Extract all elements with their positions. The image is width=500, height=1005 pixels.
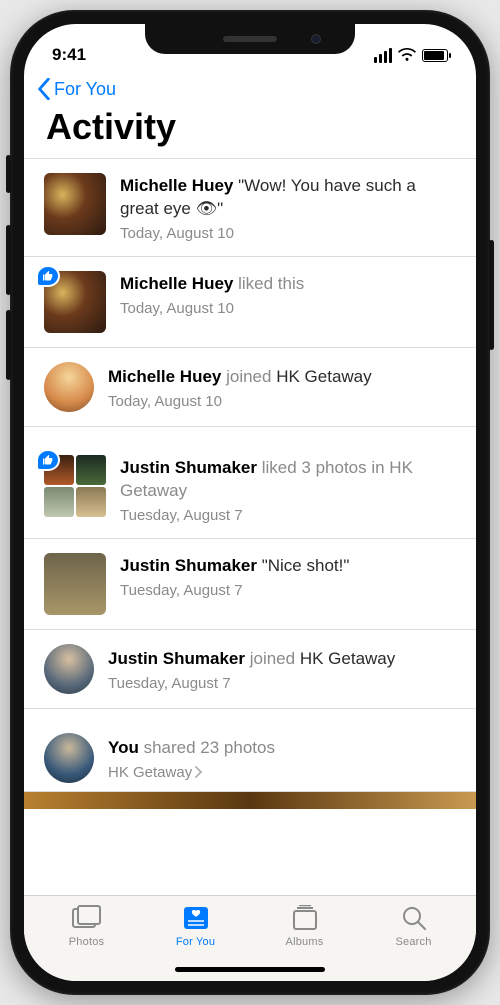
activity-row[interactable]: Justin Shumaker "Nice shot!" Tuesday, Au… (24, 538, 476, 629)
avatar (44, 362, 94, 412)
activity-text: Michelle Huey "Wow! You have such a grea… (120, 175, 458, 221)
tab-photos[interactable]: Photos (47, 904, 127, 981)
activity-text: Justin Shumaker liked 3 photos in HK Get… (120, 457, 458, 503)
activity-row[interactable]: Justin Shumaker joined HK Getaway Tuesda… (24, 629, 476, 708)
activity-date: Tuesday, August 7 (120, 582, 458, 599)
activity-text: Justin Shumaker "Nice shot!" (120, 555, 458, 578)
photo-thumbnail (44, 553, 106, 615)
tab-search[interactable]: Search (374, 904, 454, 981)
photo-thumbnail (44, 173, 106, 235)
activity-row[interactable]: Justin Shumaker liked 3 photos in HK Get… (24, 426, 476, 538)
chevron-left-icon (36, 78, 52, 100)
activity-date: Today, August 10 (120, 225, 458, 242)
cellular-signal-icon (374, 48, 392, 63)
activity-row[interactable]: Michelle Huey joined HK Getaway Today, A… (24, 347, 476, 426)
avatar (44, 644, 94, 694)
notch (145, 24, 355, 54)
search-icon (399, 904, 429, 932)
albums-icon (290, 904, 320, 932)
battery-icon (422, 49, 448, 62)
like-badge-icon (36, 265, 60, 287)
avatar (44, 733, 94, 783)
activity-text: Michelle Huey joined HK Getaway (108, 366, 458, 389)
photo-strip (24, 791, 476, 809)
activity-date: Tuesday, August 7 (108, 675, 458, 692)
activity-date: Today, August 10 (120, 300, 458, 317)
activity-row[interactable]: Michelle Huey liked this Today, August 1… (24, 256, 476, 347)
status-time: 9:41 (52, 45, 86, 65)
activity-row[interactable]: You shared 23 photos HK Getaway (24, 708, 476, 791)
back-label: For You (54, 79, 116, 100)
activity-list[interactable]: Michelle Huey "Wow! You have such a grea… (24, 158, 476, 895)
screen: 9:41 For You Activity Michelle Huey "Wow… (24, 24, 476, 981)
home-indicator[interactable] (175, 967, 325, 972)
activity-date: Tuesday, August 7 (120, 507, 458, 524)
activity-text: Michelle Huey liked this (120, 273, 458, 296)
activity-date: Today, August 10 (108, 393, 458, 410)
activity-row[interactable]: Michelle Huey "Wow! You have such a grea… (24, 158, 476, 256)
page-title: Activity (24, 102, 476, 158)
activity-album-link[interactable]: HK Getaway (108, 764, 458, 781)
for-you-icon (181, 904, 211, 932)
chevron-right-icon (194, 766, 204, 778)
activity-text: You shared 23 photos (108, 737, 458, 760)
wifi-icon (398, 48, 416, 62)
back-button[interactable]: For You (24, 72, 476, 102)
activity-text: Justin Shumaker joined HK Getaway (108, 648, 458, 671)
device-frame: 9:41 For You Activity Michelle Huey "Wow… (10, 10, 490, 995)
photos-icon (72, 904, 102, 932)
like-badge-icon (36, 449, 60, 471)
